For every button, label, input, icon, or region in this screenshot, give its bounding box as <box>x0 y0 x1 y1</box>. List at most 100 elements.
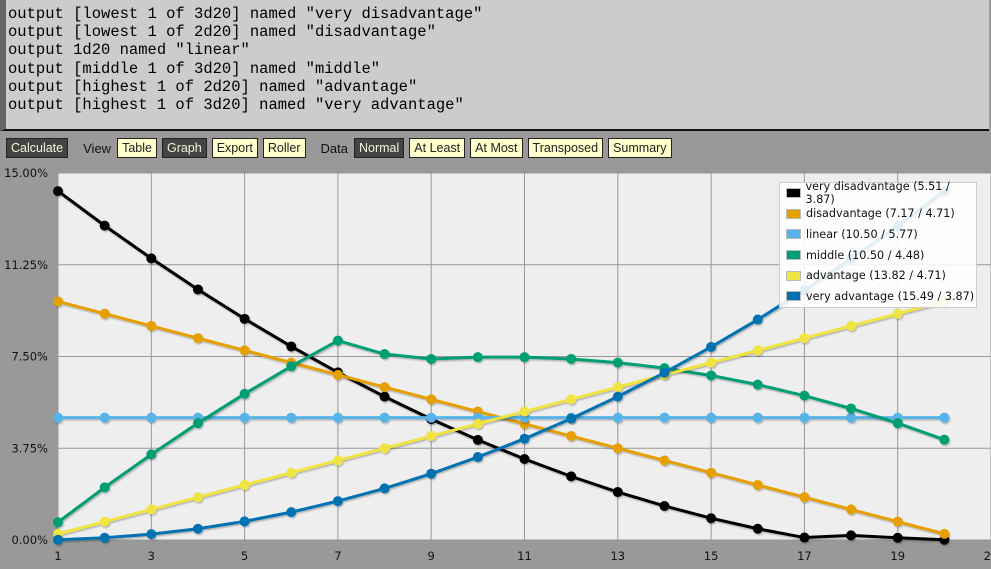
data-at-least-button[interactable]: At Least <box>409 138 466 158</box>
data-point[interactable] <box>519 406 530 417</box>
data-transposed-button[interactable]: Transposed <box>527 138 604 158</box>
data-point[interactable] <box>892 418 903 429</box>
data-point[interactable] <box>752 379 763 390</box>
data-point[interactable] <box>939 528 950 539</box>
data-point[interactable] <box>752 412 763 423</box>
data-point[interactable] <box>332 335 343 346</box>
data-point[interactable] <box>612 382 623 393</box>
data-point[interactable] <box>612 412 623 423</box>
data-point[interactable] <box>239 345 250 356</box>
data-point[interactable] <box>192 284 203 295</box>
data-point[interactable] <box>192 418 203 429</box>
data-point[interactable] <box>146 320 157 331</box>
view-graph-button[interactable]: Graph <box>161 138 207 158</box>
data-point[interactable] <box>99 308 110 319</box>
data-point[interactable] <box>846 320 857 331</box>
data-point[interactable] <box>239 516 250 527</box>
code-text[interactable]: output [lowest 1 of 3d20] named "very di… <box>6 0 989 114</box>
data-point[interactable] <box>426 468 437 479</box>
data-point[interactable] <box>706 467 717 478</box>
data-point[interactable] <box>286 467 297 478</box>
data-point[interactable] <box>659 500 670 511</box>
data-point[interactable] <box>892 308 903 319</box>
legend-item[interactable]: linear (10.50 / 5.77) <box>780 224 976 245</box>
data-summary-button[interactable]: Summary <box>608 138 672 158</box>
view-table-button[interactable]: Table <box>117 138 157 158</box>
data-point[interactable] <box>472 452 483 463</box>
data-point[interactable] <box>379 443 390 454</box>
data-point[interactable] <box>379 483 390 494</box>
data-point[interactable] <box>659 455 670 466</box>
data-point[interactable] <box>286 412 297 423</box>
data-point[interactable] <box>706 357 717 368</box>
data-point[interactable] <box>566 431 577 442</box>
data-point[interactable] <box>146 412 157 423</box>
data-point[interactable] <box>519 454 530 465</box>
data-point[interactable] <box>939 412 950 423</box>
data-point[interactable] <box>239 388 250 399</box>
data-point[interactable] <box>846 403 857 414</box>
data-point[interactable] <box>239 313 250 324</box>
data-point[interactable] <box>192 492 203 503</box>
data-point[interactable] <box>659 367 670 378</box>
data-point[interactable] <box>192 523 203 534</box>
legend-item[interactable]: very advantage (15.49 / 3.87) <box>780 286 976 307</box>
data-point[interactable] <box>799 333 810 344</box>
data-point[interactable] <box>519 433 530 444</box>
data-point[interactable] <box>799 390 810 401</box>
data-point[interactable] <box>286 361 297 372</box>
data-point[interactable] <box>426 412 437 423</box>
data-point[interactable] <box>752 523 763 534</box>
data-point[interactable] <box>332 412 343 423</box>
data-point[interactable] <box>939 434 950 445</box>
data-point[interactable] <box>286 341 297 352</box>
data-point[interactable] <box>53 517 63 528</box>
legend-item[interactable]: very disadvantage (5.51 / 3.87) <box>780 180 976 206</box>
data-point[interactable] <box>239 412 250 423</box>
data-point[interactable] <box>99 220 110 231</box>
data-point[interactable] <box>332 455 343 466</box>
data-point[interactable] <box>892 516 903 527</box>
data-point[interactable] <box>659 412 670 423</box>
data-point[interactable] <box>706 370 717 381</box>
data-point[interactable] <box>612 357 623 368</box>
data-point[interactable] <box>192 333 203 344</box>
data-point[interactable] <box>752 345 763 356</box>
data-point[interactable] <box>472 352 483 363</box>
data-point[interactable] <box>53 296 63 307</box>
data-point[interactable] <box>146 253 157 264</box>
data-point[interactable] <box>426 394 437 405</box>
data-point[interactable] <box>846 412 857 423</box>
data-point[interactable] <box>332 496 343 507</box>
data-normal-button[interactable]: Normal <box>353 138 405 158</box>
data-point[interactable] <box>426 431 437 442</box>
data-point[interactable] <box>612 391 623 402</box>
data-point[interactable] <box>706 513 717 524</box>
data-point[interactable] <box>846 504 857 515</box>
view-export-button[interactable]: Export <box>211 138 258 158</box>
data-point[interactable] <box>892 532 903 543</box>
data-point[interactable] <box>706 341 717 352</box>
data-point[interactable] <box>332 369 343 380</box>
data-point[interactable] <box>53 412 63 423</box>
data-point[interactable] <box>612 487 623 498</box>
data-point[interactable] <box>566 471 577 482</box>
data-point[interactable] <box>519 352 530 363</box>
data-point[interactable] <box>566 413 577 424</box>
data-point[interactable] <box>379 391 390 402</box>
data-point[interactable] <box>612 443 623 454</box>
data-point[interactable] <box>472 434 483 445</box>
data-point[interactable] <box>566 394 577 405</box>
data-point[interactable] <box>472 418 483 429</box>
legend-item[interactable]: disadvantage (7.17 / 4.71) <box>780 204 976 225</box>
data-point[interactable] <box>846 530 857 541</box>
data-point[interactable] <box>239 479 250 490</box>
code-editor[interactable]: output [lowest 1 of 3d20] named "very di… <box>0 0 989 131</box>
data-point[interactable] <box>752 314 763 325</box>
legend-item[interactable]: advantage (13.82 / 4.71) <box>780 265 976 286</box>
data-point[interactable] <box>99 412 110 423</box>
data-at-most-button[interactable]: At Most <box>470 138 523 158</box>
data-point[interactable] <box>53 534 63 545</box>
data-point[interactable] <box>99 532 110 543</box>
data-point[interactable] <box>99 482 110 493</box>
